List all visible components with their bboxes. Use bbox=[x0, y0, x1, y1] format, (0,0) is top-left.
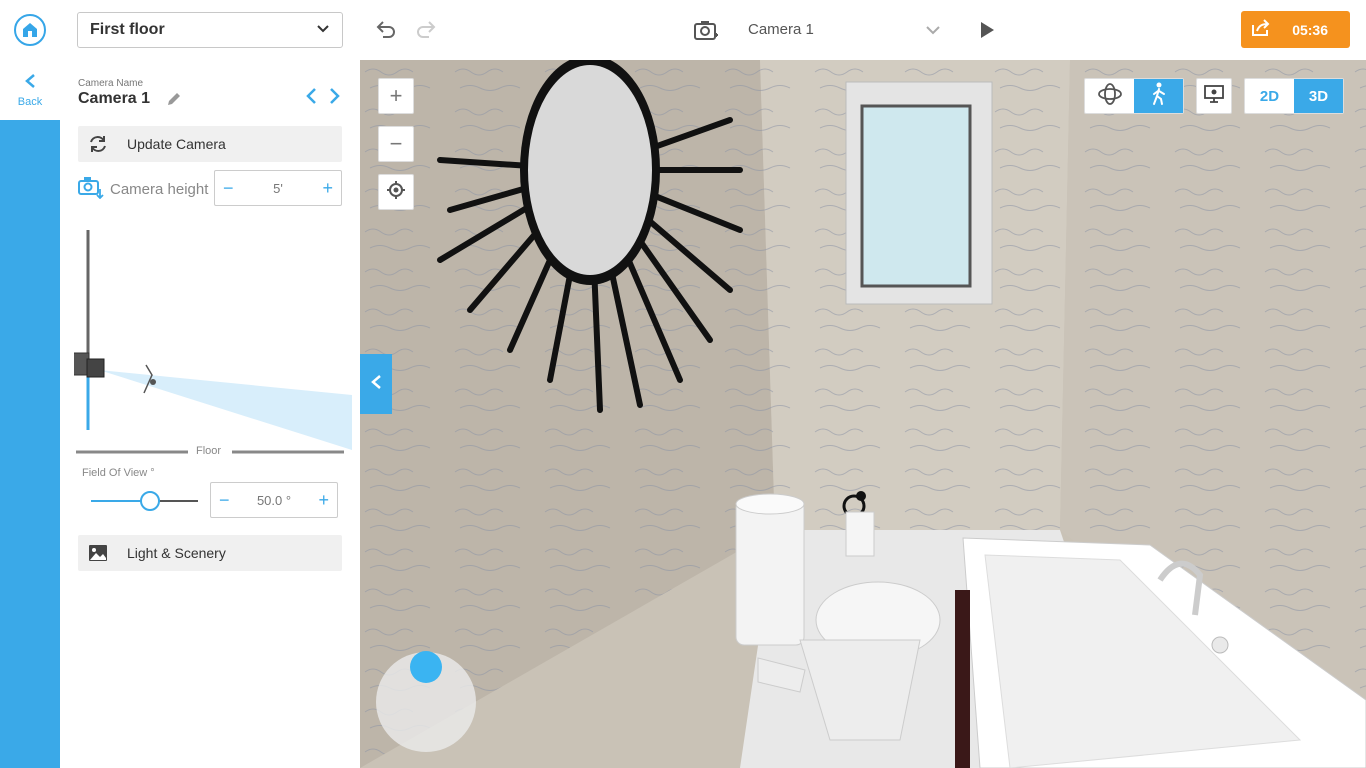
camera-height-value[interactable]: 5' bbox=[273, 181, 283, 196]
fov-stepper: − 50.0 ° + bbox=[210, 482, 338, 518]
fov-slider[interactable] bbox=[91, 491, 198, 511]
zoom-in-label: + bbox=[389, 83, 403, 108]
chevron-left-icon bbox=[24, 73, 36, 94]
fov-value[interactable]: 50.0 ° bbox=[257, 493, 291, 508]
orbit-mode-button[interactable] bbox=[1085, 79, 1134, 113]
undo-icon[interactable] bbox=[374, 18, 398, 42]
collapse-panel-button[interactable] bbox=[360, 354, 392, 414]
2d-mode-button[interactable]: 2D bbox=[1245, 79, 1294, 113]
joystick-knob[interactable] bbox=[410, 651, 442, 683]
orbit-icon bbox=[1097, 82, 1123, 110]
home-logo-icon[interactable] bbox=[14, 14, 46, 46]
navigation-mode-group bbox=[1084, 78, 1184, 114]
fov-cone bbox=[99, 370, 352, 450]
zoom-in-button[interactable]: + bbox=[378, 78, 414, 114]
floor-select-value: First floor bbox=[90, 21, 165, 38]
chevron-down-icon bbox=[316, 21, 330, 39]
screen-view-button[interactable] bbox=[1196, 78, 1232, 114]
back-button[interactable]: Back bbox=[0, 60, 60, 120]
camera-title: Camera 1 bbox=[748, 21, 814, 38]
top-bar: First floor Camera 1 05:36 bbox=[0, 0, 1366, 60]
camera-name: Camera 1 bbox=[78, 90, 151, 107]
fov-label: Field Of View ° bbox=[82, 467, 155, 479]
camera-dropdown-chevron-icon[interactable] bbox=[922, 20, 944, 40]
fov-slider-knob[interactable] bbox=[140, 491, 160, 511]
zoom-out-label: − bbox=[389, 131, 403, 156]
camera-icon bbox=[74, 352, 105, 378]
walk-mode-button[interactable] bbox=[1134, 79, 1183, 113]
camera-nav bbox=[305, 87, 341, 110]
camera-name-caption: Camera Name bbox=[78, 78, 144, 89]
chevron-left-icon bbox=[370, 374, 382, 395]
bathroom-scene bbox=[360, 60, 1366, 768]
update-camera-button[interactable]: Update Camera bbox=[78, 126, 342, 162]
fov-increment[interactable]: + bbox=[318, 491, 329, 509]
3d-viewport[interactable]: + − 2D 3D bbox=[360, 60, 1366, 768]
view-mode-group: 2D 3D bbox=[1244, 78, 1344, 114]
floor-select[interactable]: First floor bbox=[77, 12, 343, 48]
camera-panel: Camera Name Camera 1 Update Camera Camer… bbox=[60, 60, 360, 768]
locate-button[interactable] bbox=[378, 174, 414, 210]
pencil-icon[interactable] bbox=[165, 90, 183, 113]
light-scenery-button[interactable]: Light & Scenery bbox=[78, 535, 342, 571]
zoom-out-button[interactable]: − bbox=[378, 126, 414, 162]
update-camera-label: Update Camera bbox=[127, 136, 226, 152]
image-icon bbox=[78, 544, 118, 562]
redo-icon[interactable] bbox=[414, 18, 438, 42]
light-scenery-label: Light & Scenery bbox=[127, 545, 226, 561]
3d-mode-button[interactable]: 3D bbox=[1294, 79, 1343, 113]
window-glass bbox=[860, 104, 972, 288]
next-camera-icon[interactable] bbox=[329, 87, 341, 110]
walk-icon bbox=[1150, 82, 1168, 110]
camera-height-label: Camera height bbox=[110, 180, 209, 198]
camera-height-icon bbox=[78, 175, 104, 204]
fov-decrement[interactable]: − bbox=[219, 491, 230, 509]
camera-height-decrement[interactable]: − bbox=[223, 179, 234, 197]
camera-height-stepper: − 5' + bbox=[214, 170, 342, 206]
locate-icon bbox=[386, 180, 406, 205]
play-icon[interactable] bbox=[976, 19, 998, 41]
previous-camera-icon[interactable] bbox=[305, 87, 317, 110]
screen-icon bbox=[1203, 84, 1225, 109]
camera-height-diagram bbox=[74, 230, 352, 454]
floor-label: Floor bbox=[196, 445, 222, 457]
camera-add-icon[interactable] bbox=[692, 17, 720, 43]
camera-height-increment[interactable]: + bbox=[322, 179, 333, 197]
refresh-icon bbox=[78, 134, 118, 154]
left-rail bbox=[0, 60, 60, 768]
share-button[interactable]: 05:36 bbox=[1241, 11, 1350, 48]
movement-joystick[interactable] bbox=[376, 651, 476, 752]
share-time: 05:36 bbox=[1292, 21, 1328, 38]
share-icon bbox=[1251, 19, 1271, 40]
back-label: Back bbox=[17, 95, 43, 108]
